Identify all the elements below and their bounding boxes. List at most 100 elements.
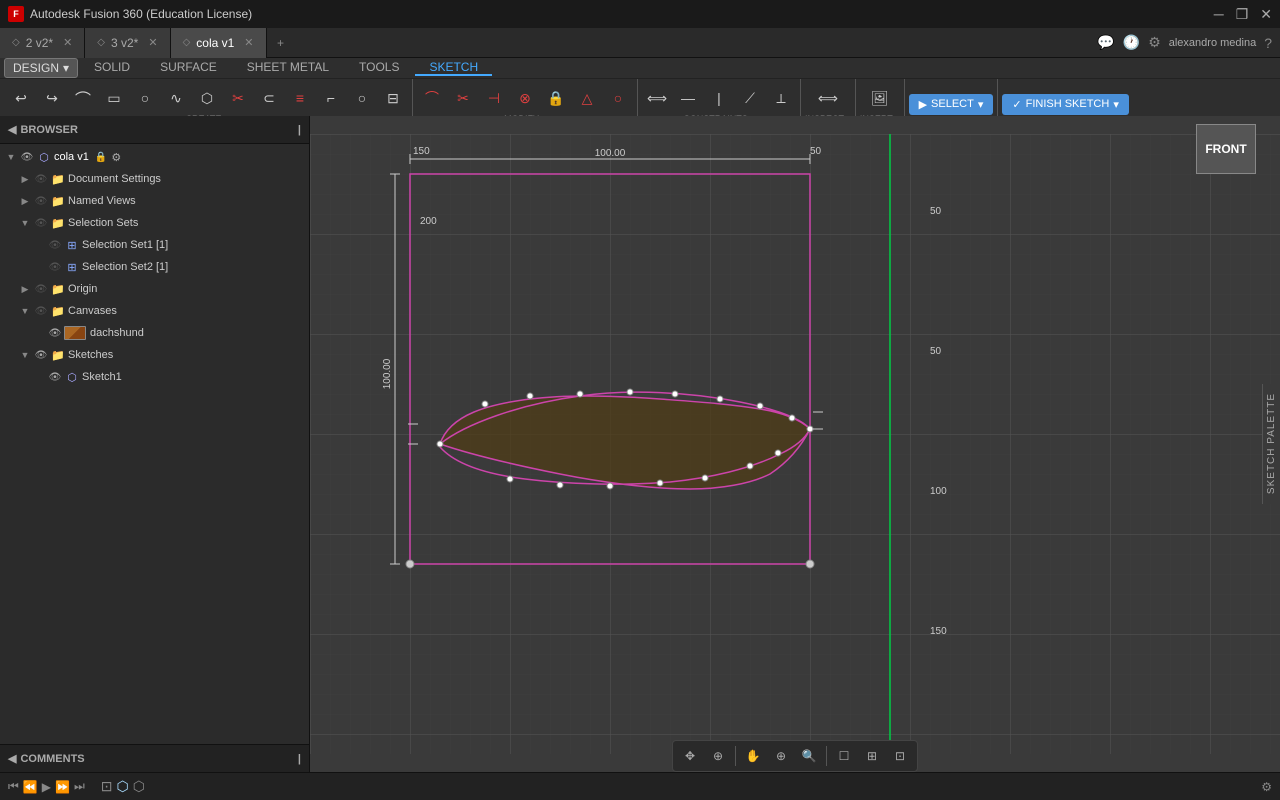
measure-tool[interactable]: ⟺ bbox=[813, 83, 843, 113]
maximize-button[interactable]: ❐ bbox=[1236, 6, 1249, 23]
tree-toggle[interactable] bbox=[32, 326, 46, 340]
tree-toggle[interactable]: ▼ bbox=[4, 150, 18, 164]
project-tool[interactable]: ≡ bbox=[285, 83, 315, 113]
play-last-button[interactable]: ⏭ bbox=[74, 779, 85, 794]
zoom-tool[interactable]: 🔍 bbox=[796, 743, 822, 769]
view-icon-1[interactable]: ⊡ bbox=[101, 778, 113, 795]
tree-toggle[interactable]: ▶ bbox=[18, 172, 32, 186]
tree-toggle[interactable]: ▶ bbox=[18, 194, 32, 208]
play-button[interactable]: ▶ bbox=[42, 780, 51, 794]
tree-toggle[interactable]: ▶ bbox=[18, 282, 32, 296]
tab-close-button[interactable]: ✕ bbox=[244, 36, 253, 49]
ctrl-pt-5[interactable] bbox=[627, 389, 633, 395]
sketch-viewport[interactable]: 100.00 150 50 100.00 50 50 100 150 200 bbox=[310, 116, 1280, 772]
settings-icon[interactable]: ⚙ bbox=[1148, 34, 1161, 51]
play-first-button[interactable]: ⏮ bbox=[8, 779, 19, 794]
ctrl-pt-6[interactable] bbox=[672, 391, 678, 397]
break-tool[interactable]: ⊗ bbox=[510, 83, 540, 113]
ellipse-tool[interactable]: ○ bbox=[347, 83, 377, 113]
tree-item-sketch1[interactable]: 👁 ⬡ Sketch1 bbox=[0, 366, 309, 388]
tree-item-named-views[interactable]: ▶ 👁 📁 Named Views bbox=[0, 190, 309, 212]
trim2-tool[interactable]: ✂ bbox=[448, 83, 478, 113]
rectangle-tool[interactable]: ▭ bbox=[99, 83, 129, 113]
display-tool[interactable]: ⊞ bbox=[859, 743, 885, 769]
move-tool[interactable]: ✥ bbox=[677, 743, 703, 769]
toolbar-tab-surface[interactable]: SURFACE bbox=[146, 60, 231, 76]
tree-toggle[interactable] bbox=[32, 238, 46, 252]
ctrl-pt-15[interactable] bbox=[702, 475, 708, 481]
tree-toggle[interactable] bbox=[32, 370, 46, 384]
tab-add-button[interactable]: + bbox=[267, 28, 295, 58]
visibility-icon[interactable]: 👁 bbox=[48, 326, 62, 340]
play-next-button[interactable]: ⏩ bbox=[55, 780, 70, 794]
polygon-tool[interactable]: ⬡ bbox=[192, 83, 222, 113]
statusbar-settings-icon[interactable]: ⚙ bbox=[1261, 780, 1272, 794]
circle-tool[interactable]: ○ bbox=[130, 83, 160, 113]
arc-tool[interactable]: ⌒ bbox=[68, 83, 98, 113]
chamfer-tool[interactable]: △ bbox=[572, 83, 602, 113]
visibility-icon[interactable]: 👁 bbox=[34, 194, 48, 208]
visibility-icon[interactable]: 👁 bbox=[48, 370, 62, 384]
tree-toggle[interactable]: ▼ bbox=[18, 216, 32, 230]
ctrl-pt-13[interactable] bbox=[607, 483, 613, 489]
ctrl-pt-4[interactable] bbox=[577, 391, 583, 397]
horiz-tool[interactable]: — bbox=[673, 83, 703, 113]
view-cube[interactable]: FRONT bbox=[1196, 124, 1256, 174]
tab-close-button[interactable]: ✕ bbox=[63, 36, 72, 49]
toolbar-tab-solid[interactable]: SOLID bbox=[80, 60, 144, 76]
ctrl-pt-12[interactable] bbox=[557, 482, 563, 488]
finish-sketch-button[interactable]: ✓ FINISH SKETCH ▾ bbox=[1002, 94, 1128, 115]
visibility-icon[interactable]: 👁 bbox=[34, 348, 48, 362]
tree-toggle[interactable]: ▼ bbox=[18, 348, 32, 362]
extend-tool[interactable]: ⊣ bbox=[479, 83, 509, 113]
view-icon-2[interactable]: ⬡ bbox=[117, 778, 129, 795]
visibility-icon[interactable]: 👁 bbox=[48, 238, 62, 252]
fit-tool[interactable]: ⊕ bbox=[705, 743, 731, 769]
redo-button[interactable]: ↪ bbox=[37, 83, 67, 113]
undo-button[interactable]: ↩ bbox=[6, 83, 36, 113]
diag-tool[interactable]: ⟋ bbox=[735, 83, 765, 113]
tree-item-selset2[interactable]: 👁 ⊞ Selection Set2 [1] bbox=[0, 256, 309, 278]
tree-toggle[interactable] bbox=[32, 260, 46, 274]
tree-toggle[interactable]: ▼ bbox=[18, 304, 32, 318]
ctrl-pt-2[interactable] bbox=[482, 401, 488, 407]
ctrl-pt-7[interactable] bbox=[717, 396, 723, 402]
history-icon[interactable]: 🕐 bbox=[1123, 34, 1140, 51]
design-button[interactable]: DESIGN ▾ bbox=[4, 58, 78, 78]
close-button[interactable]: ✕ bbox=[1260, 6, 1272, 23]
spline-tool[interactable]: ∿ bbox=[161, 83, 191, 113]
visibility-icon[interactable]: 👁 bbox=[20, 150, 34, 164]
visibility-icon[interactable]: 👁 bbox=[48, 260, 62, 274]
trim-tool[interactable]: ✂ bbox=[223, 83, 253, 113]
ctrl-pt-17[interactable] bbox=[775, 450, 781, 456]
vert-tool[interactable]: | bbox=[704, 83, 734, 113]
ctrl-pt-11[interactable] bbox=[507, 476, 513, 482]
canvas-area[interactable]: 100.00 150 50 100.00 50 50 100 150 200 bbox=[310, 116, 1280, 772]
comments-back-arrow[interactable]: ◀ bbox=[8, 752, 16, 765]
tree-item-origin[interactable]: ▶ 👁 📁 Origin bbox=[0, 278, 309, 300]
ctrl-pt-1[interactable] bbox=[437, 441, 443, 447]
perp-tool[interactable]: ⟂ bbox=[766, 83, 796, 113]
lock-tool[interactable]: 🔒 bbox=[541, 83, 571, 113]
browser-back-arrow[interactable]: ◀ bbox=[8, 123, 16, 136]
point-tool[interactable]: ○ bbox=[603, 83, 633, 113]
pan-tool[interactable]: ✋ bbox=[740, 743, 766, 769]
ctrl-pt-14[interactable] bbox=[657, 480, 663, 486]
comments-pin-icon[interactable]: | bbox=[298, 753, 301, 765]
tab-close-button[interactable]: ✕ bbox=[148, 36, 157, 49]
line-tool[interactable]: ⌐ bbox=[316, 83, 346, 113]
visibility-icon[interactable]: 👁 bbox=[34, 304, 48, 318]
toolbar-tab-sketch[interactable]: SKETCH bbox=[415, 60, 492, 76]
tree-item-dachshund[interactable]: 👁 dachshund bbox=[0, 322, 309, 344]
notification-icon[interactable]: 💬 bbox=[1097, 34, 1114, 51]
view-icon-3[interactable]: ⬡ bbox=[133, 778, 145, 795]
offset-tool[interactable]: ⊂ bbox=[254, 83, 284, 113]
ctrl-pt-9[interactable] bbox=[789, 415, 795, 421]
tab-2v2[interactable]: ◇ 2 v2* ✕ bbox=[0, 28, 85, 58]
ctrl-pt-8[interactable] bbox=[757, 403, 763, 409]
tree-item-sketches[interactable]: ▼ 👁 📁 Sketches bbox=[0, 344, 309, 366]
minimize-button[interactable]: ─ bbox=[1214, 6, 1224, 23]
insert-image-tool[interactable]: 🖼 bbox=[865, 83, 895, 113]
sketch-palette-toggle[interactable]: SKETCH PALETTE bbox=[1262, 384, 1280, 504]
visibility-icon[interactable]: 👁 bbox=[34, 216, 48, 230]
